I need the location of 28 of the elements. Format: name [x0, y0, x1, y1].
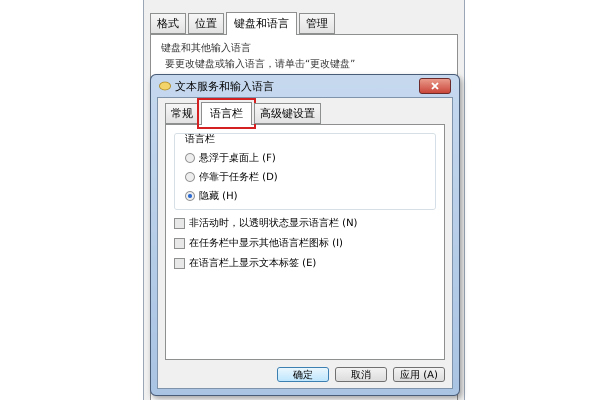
close-button[interactable]: [419, 78, 451, 94]
tab[interactable]: 管理: [299, 13, 335, 34]
instruction-text: 要更改键盘或输入语言，请单击“更改键盘”: [165, 58, 356, 71]
tab[interactable]: 格式: [150, 13, 186, 34]
radio-label: 停靠于任务栏 (D): [199, 170, 278, 184]
tab[interactable]: 高级键设置: [254, 103, 321, 124]
radio-label: 悬浮于桌面上 (F): [199, 152, 276, 165]
dialog-button[interactable]: 应用 (A): [393, 367, 445, 382]
checkbox[interactable]: [174, 238, 185, 248]
checkbox[interactable]: [174, 258, 185, 268]
radio-button[interactable]: [185, 172, 195, 182]
radio-label: 隐藏 (H): [199, 190, 238, 203]
checkbox-label: 在语言栏上显示文本标签 (E): [189, 256, 316, 270]
group-title: 语言栏: [185, 132, 216, 146]
radio-button[interactable]: [185, 153, 195, 163]
group-title: 键盘和其他输入语言: [161, 42, 252, 55]
window-title: 文本服务和输入语言: [175, 78, 275, 94]
close-icon: [431, 82, 439, 90]
tab[interactable]: 键盘和语言: [226, 12, 297, 35]
dialog-button[interactable]: 确定: [277, 367, 329, 382]
dialog-button[interactable]: 取消: [335, 367, 387, 382]
checkbox[interactable]: [174, 218, 185, 228]
checkbox-label: 非活动时，以透明状态显示语言栏 (N): [189, 216, 358, 230]
app-icon: [159, 81, 171, 91]
tab[interactable]: 常规: [165, 103, 199, 124]
radio-button[interactable]: [185, 191, 195, 201]
checkbox-label: 在任务栏中显示其他语言栏图标 (I): [189, 236, 343, 250]
tab[interactable]: 位置: [188, 13, 224, 34]
